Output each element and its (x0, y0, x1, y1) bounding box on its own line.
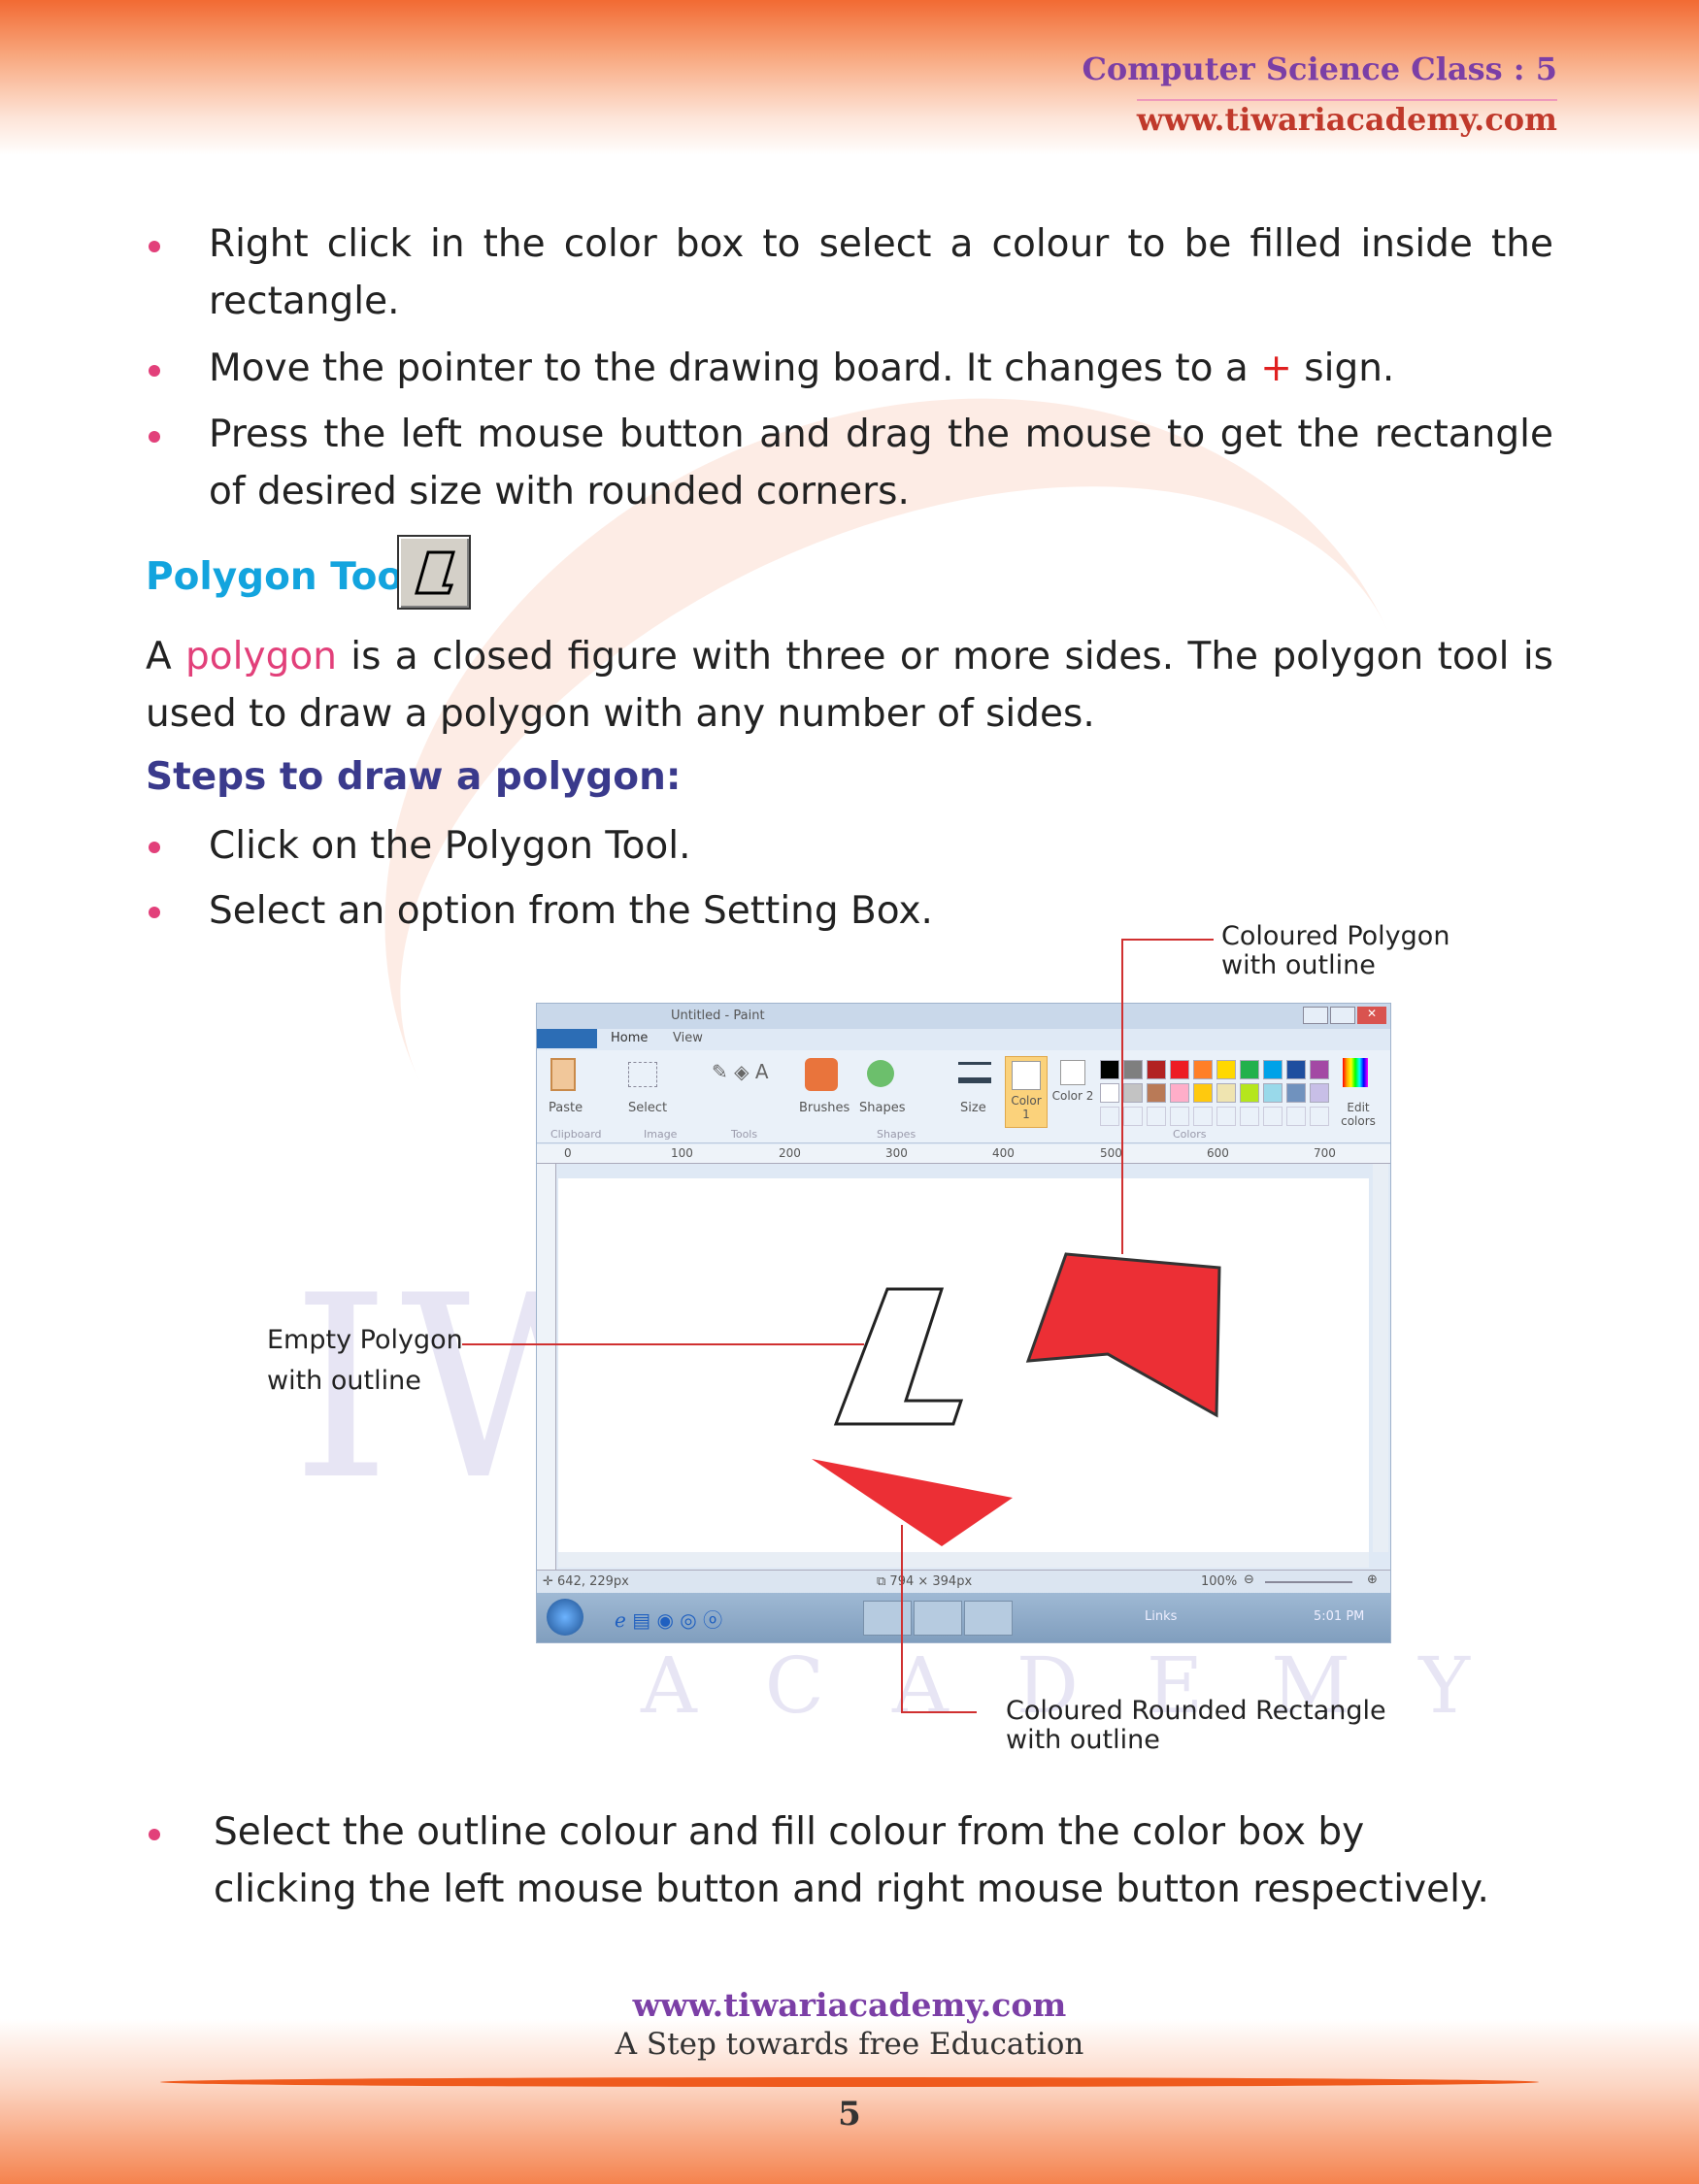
bullet (149, 365, 160, 377)
term-polygon: polygon (185, 635, 337, 678)
header-website[interactable]: www.tiwariacademy.com (1136, 99, 1557, 138)
callout-coloured-polygon: Coloured Polygon with outline (1221, 922, 1449, 980)
canvas-shapes (812, 1252, 1221, 1546)
polygon-tool-heading: Polygon Tool (146, 555, 416, 599)
start-button[interactable] (547, 1599, 583, 1636)
callout-line (462, 1343, 864, 1345)
taskbar-app[interactable] (914, 1601, 962, 1636)
bullet (149, 241, 160, 252)
bullet-text: Select the outline colour and fill colou… (214, 1810, 1489, 1911)
bullet (149, 842, 160, 853)
paint-window: Untitled - Paint ✕ Home View Paste Selec… (536, 1003, 1391, 1643)
bullet (149, 431, 160, 443)
clock: 5:01 PM (1314, 1609, 1365, 1624)
callout-line (901, 1525, 903, 1712)
zoom-out-button[interactable]: ⊖ (1244, 1572, 1254, 1587)
taskbar-app[interactable] (964, 1601, 1013, 1636)
taskbar-app-icons[interactable]: ℯ ▤ ◉ ◎ ⓞ (615, 1605, 722, 1633)
cursor-position: ✛ 642, 229px (543, 1574, 629, 1589)
step-text: Select an option from the Setting Box. (209, 889, 933, 933)
zoom-in-button[interactable]: ⊕ (1367, 1572, 1378, 1587)
zoom-level: 100% (1201, 1574, 1238, 1589)
bullet-text: Move the pointer to the drawing board. I… (209, 340, 1553, 397)
footer-divider (160, 2077, 1539, 2087)
cursor-position-value: 642, 229px (557, 1574, 629, 1589)
callout-line (1121, 939, 1123, 1254)
taskbar-app[interactable] (863, 1601, 912, 1636)
polygon-definition: A polygon is a closed figure with three … (146, 628, 1553, 743)
callout-rounded-rectangle: Coloured Rounded Rectangle with outline (1006, 1697, 1386, 1755)
callout-line1: Coloured Polygon (1221, 921, 1450, 951)
text: Move the pointer to the drawing board. I… (209, 347, 1261, 390)
canvas-size: ⧉ 794 × 394px (877, 1574, 973, 1589)
callout-empty-polygon: Empty Polygon with outline (267, 1320, 463, 1402)
step-text: Click on the Polygon Tool. (209, 824, 691, 868)
callout-line (1121, 939, 1214, 941)
callout-line (901, 1711, 977, 1713)
bullet (149, 907, 160, 918)
callout-line2: with outline (1006, 1725, 1160, 1755)
callout-line1: Empty Polygon (267, 1325, 463, 1355)
steps-heading: Steps to draw a polygon: (146, 755, 682, 799)
callout-line2: with outline (1221, 950, 1376, 980)
callout-line2: with outline (267, 1366, 421, 1396)
bullet (149, 1829, 160, 1840)
text: A (146, 635, 186, 678)
empty-polygon-l-shape (833, 1287, 964, 1426)
status-bar: ✛ 642, 229px ⧉ 794 × 394px 100% ⊖ ⊕ (537, 1570, 1390, 1593)
footer-website[interactable]: www.tiwariacademy.com (0, 1986, 1699, 2024)
page-number: 5 (838, 2095, 861, 2134)
bullet-text: Press the left mouse button and drag the… (209, 413, 1553, 513)
links-toolbar[interactable]: Links (1145, 1609, 1177, 1624)
coloured-polygon (1025, 1252, 1221, 1418)
header-class: Computer Science Class : 5 (1082, 50, 1557, 87)
bullet-text: Right click in the color box to select a… (209, 222, 1553, 323)
callout-line1: Coloured Rounded Rectangle (1006, 1696, 1386, 1726)
plus-sign: + (1260, 347, 1292, 390)
coloured-triangle-shape (812, 1459, 1013, 1546)
footer-tagline: A Step towards free Education (615, 2027, 1084, 2062)
polygon-tool-icon (397, 535, 471, 610)
zoom-slider[interactable] (1265, 1581, 1352, 1583)
taskbar: ℯ ▤ ◉ ◎ ⓞ Links 5:01 PM (537, 1593, 1390, 1642)
text: sign. (1291, 347, 1395, 390)
text: is a closed figure with three or more si… (146, 635, 1553, 736)
